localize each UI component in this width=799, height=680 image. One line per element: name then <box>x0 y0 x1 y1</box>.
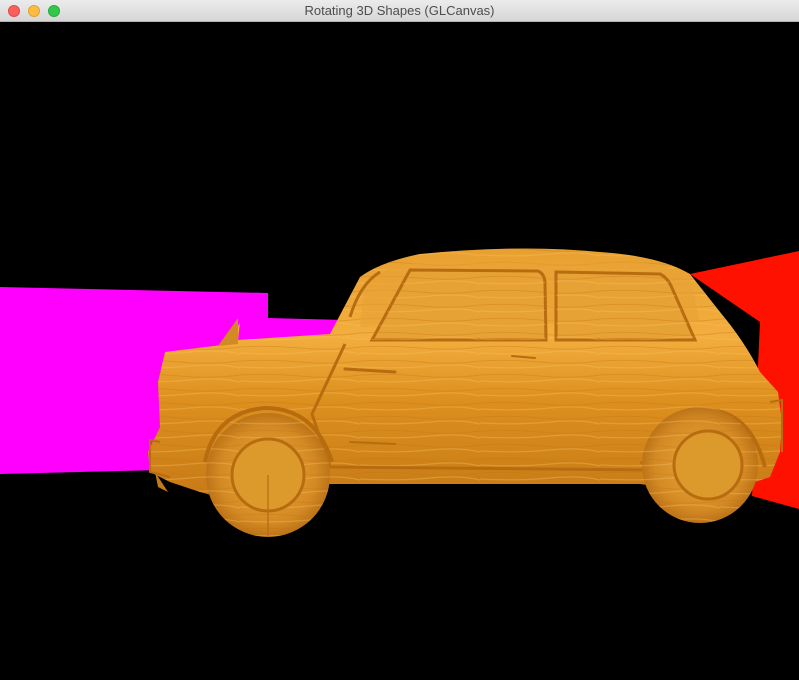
scene-svg <box>0 248 799 537</box>
gl-canvas[interactable] <box>0 22 799 680</box>
window-title: Rotating 3D Shapes (GLCanvas) <box>304 3 495 18</box>
title-bar[interactable]: Rotating 3D Shapes (GLCanvas) <box>0 0 799 22</box>
app-window: Rotating 3D Shapes (GLCanvas) <box>0 0 799 680</box>
rear-wheel <box>206 413 330 537</box>
wooden-car <box>148 248 783 537</box>
front-wheel <box>642 407 758 523</box>
